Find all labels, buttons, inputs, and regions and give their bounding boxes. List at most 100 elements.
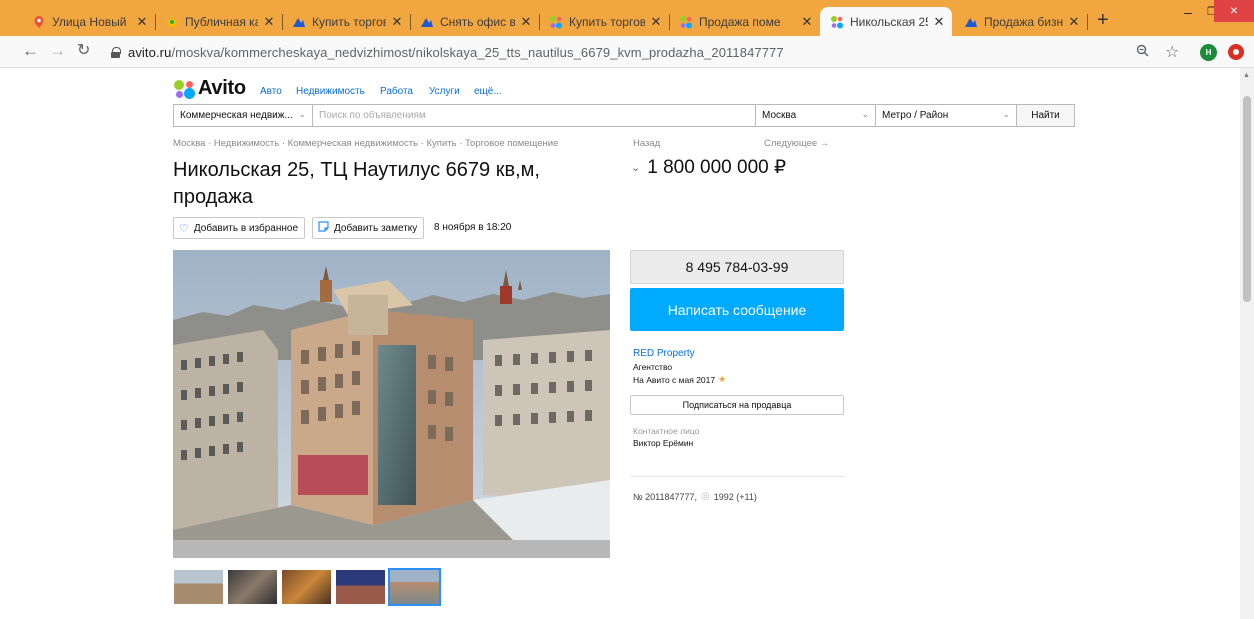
close-icon[interactable]: ✕ — [800, 14, 814, 30]
back-link[interactable]: Назад — [633, 138, 660, 149]
write-message-button[interactable]: Написать сообщение — [630, 288, 844, 331]
add-to-favorites-button[interactable]: ♡ Добавить в избранное — [173, 217, 306, 239]
avito-logo-icon — [174, 79, 195, 99]
back-arrow-icon[interactable]: ← — [22, 42, 39, 60]
browser-tab[interactable]: Купить торгов ✕ — [282, 7, 411, 36]
badge-icon: ★ — [718, 374, 727, 384]
bookmark-star-icon[interactable]: ☆ — [1165, 42, 1179, 62]
lock-icon — [111, 46, 121, 58]
next-link[interactable]: Следующее → — [764, 138, 829, 149]
tab-label: Продажа бизн — [984, 14, 1063, 29]
map-pin-icon — [34, 15, 44, 28]
browser-tab-active[interactable]: Никольская 25 ✕ — [820, 7, 952, 36]
contact-label: Контактное лицо — [633, 426, 700, 436]
cian-icon — [965, 17, 977, 27]
tab-label: Снять офис в — [440, 14, 515, 29]
search-input[interactable]: Поиск по объявлениям — [312, 104, 756, 127]
logo-text: Avito — [198, 77, 246, 99]
chevron-down-icon: ⌄ — [298, 109, 306, 119]
city-select[interactable]: Москва ⌄ — [755, 104, 876, 127]
thumbnail[interactable] — [336, 570, 385, 604]
tab-label: Купить торгов — [312, 14, 386, 29]
url-text: avito.ru/moskva/kommercheskaya_nedvizhim… — [128, 44, 784, 60]
metro-select[interactable]: Метро / Район ⌄ — [875, 104, 1017, 127]
profile-avatar[interactable]: Н — [1200, 44, 1217, 61]
find-button[interactable]: Найти — [1016, 104, 1075, 127]
thumbnail-selected[interactable] — [388, 568, 441, 606]
breadcrumb[interactable]: Москва · Недвижимость · Коммерческая нед… — [173, 138, 558, 149]
zoom-icon[interactable] — [1136, 44, 1149, 60]
avito-icon — [550, 15, 562, 28]
scroll-up-icon[interactable]: ▲ — [1243, 72, 1250, 79]
tab-label: Продажа поме — [699, 14, 781, 29]
seller-name-link[interactable]: RED Property — [633, 348, 695, 359]
chevron-down-icon: ⌄ — [1002, 109, 1010, 119]
nav-link-services[interactable]: Услуги — [429, 86, 460, 97]
price: ⌄ 1 800 000 000 ₽ — [631, 156, 786, 179]
category-select[interactable]: Коммерческая недвиж... ⌄ — [173, 104, 313, 127]
address-bar[interactable]: avito.ru/moskva/kommercheskaya_nedvizhim… — [111, 40, 1156, 64]
browser-toolbar: ← → ↻ avito.ru/moskva/kommercheskaya_ned… — [0, 36, 1254, 68]
rosreestr-icon — [166, 15, 178, 28]
avito-icon — [831, 15, 843, 28]
reload-icon[interactable]: ↻ — [77, 42, 90, 60]
browser-tab[interactable]: Купить торгов ✕ — [539, 7, 670, 36]
new-tab-button[interactable]: + — [1097, 10, 1109, 30]
thumbnail-strip — [174, 568, 441, 606]
close-icon[interactable]: ✕ — [1067, 14, 1081, 30]
nav-link-jobs[interactable]: Работа — [380, 86, 413, 97]
contact-name: Виктор Ерёмин — [633, 438, 694, 448]
close-icon[interactable]: ✕ — [390, 14, 404, 30]
page-content: Avito Авто Недвижимость Работа Услуги ещ… — [0, 68, 1240, 619]
browser-tab[interactable]: Снять офис в ✕ — [410, 7, 540, 36]
page-scrollbar[interactable]: ▲ — [1240, 68, 1254, 619]
close-icon[interactable]: ✕ — [649, 14, 663, 30]
tab-label: Никольская 25 — [850, 14, 928, 29]
ad-number: № 2011847777, — [633, 491, 698, 502]
phone-button[interactable]: 8 495 784-03-99 — [630, 250, 844, 284]
tab-label: Публичная кар — [185, 14, 258, 29]
posted-date: 8 ноября в 18:20 — [434, 222, 512, 233]
heart-icon: ♡ — [179, 222, 189, 235]
thumbnail[interactable] — [228, 570, 277, 604]
extension-icon[interactable] — [1228, 44, 1244, 60]
tab-label: Улица Новый — [52, 14, 127, 29]
subscribe-button[interactable]: Подписаться на продавца — [630, 395, 844, 415]
ad-meta: № 2011847777, ◎ 1992 (+11) — [633, 491, 757, 502]
divider — [630, 476, 844, 477]
tab-label: Купить торгов — [569, 14, 645, 29]
scrollbar-thumb[interactable] — [1243, 96, 1251, 302]
note-icon — [318, 221, 329, 235]
close-icon[interactable]: ✕ — [932, 14, 946, 30]
close-icon[interactable]: ✕ — [519, 14, 533, 30]
page-title: Никольская 25, ТЦ Наутилус 6679 кв,м, пр… — [173, 159, 540, 208]
close-icon[interactable]: ✕ — [135, 14, 149, 30]
chevron-down-icon: ⌄ — [861, 109, 869, 119]
chevron-down-icon[interactable]: ⌄ — [631, 161, 640, 174]
close-icon[interactable]: ✕ — [262, 14, 276, 30]
browser-tab[interactable]: Улица Новый ✕ — [22, 7, 156, 36]
listing-photo[interactable] — [173, 250, 610, 558]
thumbnail[interactable] — [282, 570, 331, 604]
thumbnail[interactable] — [174, 570, 223, 604]
nav-link-auto[interactable]: Авто — [260, 86, 282, 97]
cian-icon — [293, 17, 305, 27]
price-value: 1 800 000 000 ₽ — [647, 157, 787, 178]
window-close-button[interactable]: × — [1214, 0, 1254, 22]
eye-icon: ◎ — [701, 491, 710, 502]
browser-tab[interactable]: Продажа поме ✕ — [669, 7, 820, 36]
seller-since: На Авито с мая 2017 ★ — [633, 374, 727, 385]
browser-tab[interactable]: Продажа бизн ✕ — [954, 7, 1088, 36]
browser-tab[interactable]: Публичная кар ✕ — [155, 7, 283, 36]
minimize-button[interactable]: – — [1178, 4, 1198, 22]
add-note-button[interactable]: Добавить заметку — [312, 217, 425, 239]
view-count: 1992 (+11) — [713, 491, 757, 502]
nav-link-realty[interactable]: Недвижимость — [296, 86, 365, 97]
cian-icon — [421, 17, 433, 27]
avito-logo[interactable]: Avito — [174, 77, 246, 100]
seller-type: Агентство — [633, 362, 673, 372]
avito-icon — [680, 15, 692, 28]
forward-arrow-icon[interactable]: → — [49, 42, 66, 60]
browser-tab-strip: Улица Новый ✕ Публичная кар ✕ Купить тор… — [0, 0, 1254, 36]
nav-link-more[interactable]: ещё... — [474, 86, 502, 97]
